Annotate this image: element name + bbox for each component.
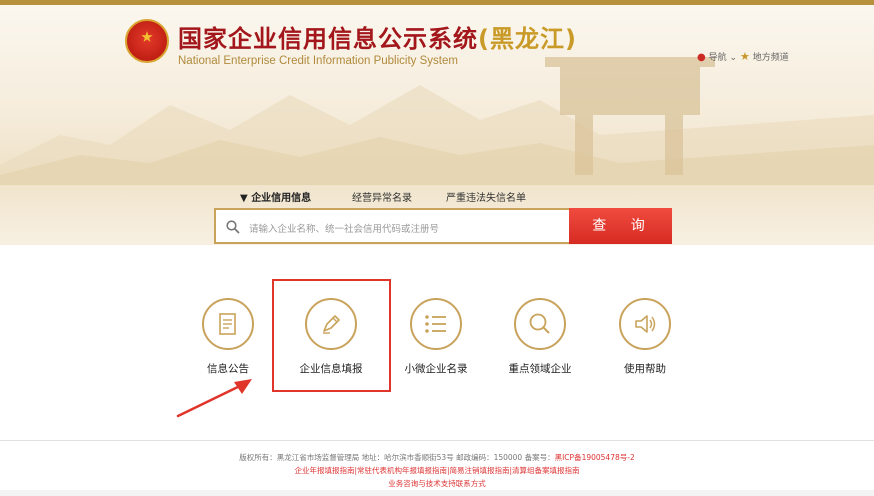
search-button[interactable]: 查 询 (569, 208, 672, 244)
search-input[interactable]: 请输入企业名称、统一社会信用代码或注册号 (214, 208, 569, 244)
footer-icp-link[interactable]: 黑ICP备19005478号-2 (555, 453, 635, 462)
local-channel-label: 地方频道 (752, 53, 789, 63)
speaker-icon (635, 315, 656, 333)
shortcut-micro-enterprise-label[interactable]: 小微企业名录 (376, 361, 496, 376)
site-title-main: 国家企业信用信息公示系统 (178, 25, 478, 53)
list-icon (425, 315, 446, 333)
shortcut-key-sector-label[interactable]: 重点领域企业 (480, 361, 600, 376)
footer-support-link[interactable]: 业务咨询与技术支持联系方式 (0, 478, 874, 489)
local-channel-link[interactable]: ★ 地方频道 (740, 50, 789, 63)
national-emblem-logo (125, 19, 169, 63)
chevron-down-icon: ⌄ (729, 53, 738, 63)
footer-copyright: 版权所有：黑龙江省市场监督管理局 地址：哈尔滨市香顺街53号 邮政编码：1500… (0, 452, 874, 463)
site-title-english: National Enterprise Credit Information P… (178, 55, 458, 67)
page-bottom-edge (0, 490, 874, 496)
tab-abnormal-list[interactable]: 经营异常名录 (352, 189, 412, 204)
tab-arrow-icon: ▼ (240, 193, 248, 204)
shortcut-help-button[interactable] (619, 298, 671, 350)
shortcut-key-sector-button[interactable] (514, 298, 566, 350)
footer-guides-links[interactable]: 企业年报填报指南|常驻代表机构年报填报指南|简易注销填报指南|清算组备案填报指南 (0, 465, 874, 476)
search-icon (226, 220, 240, 234)
footer-copyright-text: 版权所有：黑龙江省市场监督管理局 地址：哈尔滨市香顺街53号 邮政编码：1500… (239, 453, 555, 462)
location-pin-icon: ● (697, 52, 706, 63)
shortcut-micro-enterprise-button[interactable] (410, 298, 462, 350)
search-bar: 请输入企业名称、统一社会信用代码或注册号 查 询 (214, 208, 672, 244)
highlight-box (272, 279, 391, 392)
nav-label: 导航 (708, 53, 727, 63)
magnifier-icon (529, 313, 550, 334)
shortcut-announcement-button[interactable] (202, 298, 254, 350)
footer-divider (0, 440, 874, 441)
search-placeholder: 请输入企业名称、统一社会信用代码或注册号 (249, 224, 440, 235)
site-title-region: (黑龙江) (478, 25, 577, 53)
annotation-arrow (176, 379, 252, 418)
tab-blacklist[interactable]: 严重违法失信名单 (446, 189, 526, 204)
site-title: 国家企业信用信息公示系统(黑龙江) (178, 19, 577, 54)
document-icon (219, 313, 236, 335)
star-icon: ★ (740, 50, 750, 63)
tab-credit-info-label: 企业信用信息 (251, 193, 312, 204)
nav-menu-link[interactable]: ● 导航 ⌄ (697, 50, 737, 63)
tab-credit-info[interactable]: ▼ 企业信用信息 (240, 189, 311, 204)
shortcut-help-label[interactable]: 使用帮助 (585, 361, 705, 376)
